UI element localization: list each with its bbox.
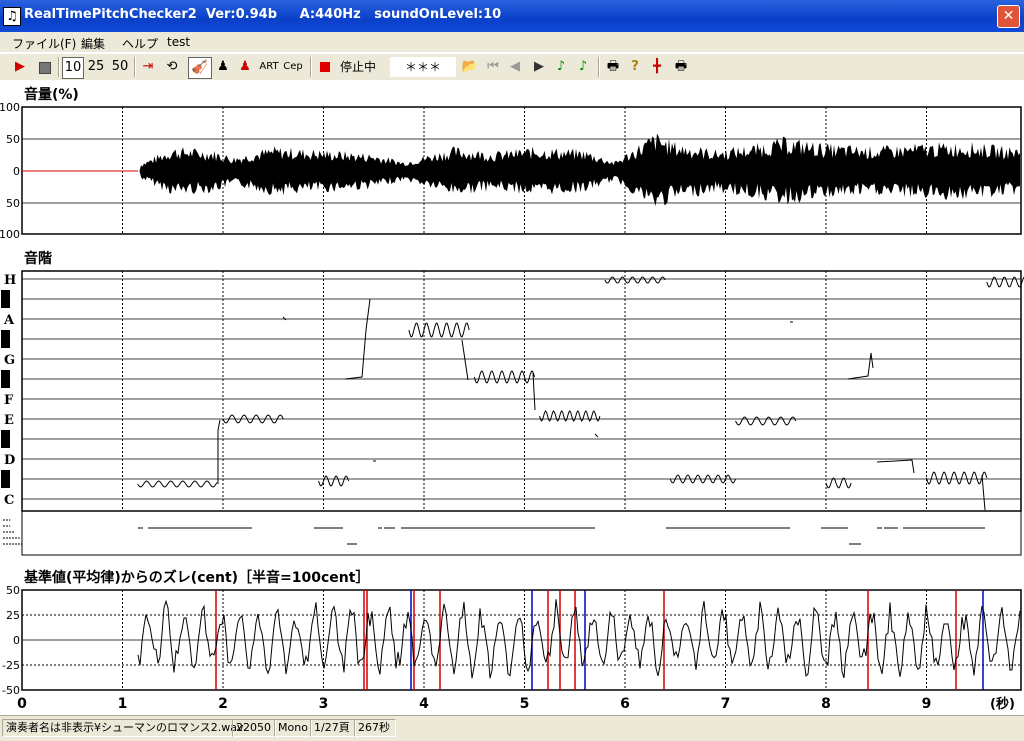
note-label: E bbox=[4, 413, 14, 428]
note-label: F bbox=[4, 393, 14, 408]
time-label: 3 bbox=[319, 696, 329, 712]
note-label: D bbox=[4, 453, 15, 468]
art-button[interactable]: ART bbox=[258, 57, 280, 77]
print-icon[interactable]: 🖶 bbox=[604, 57, 622, 77]
time-label: 1 bbox=[118, 696, 128, 712]
violin-icon[interactable]: 🎻 bbox=[188, 57, 212, 79]
app-icon: ♫ bbox=[3, 7, 21, 26]
note-green-icon[interactable]: ♪ bbox=[552, 57, 570, 77]
note-label: A bbox=[3, 313, 15, 328]
help-icon[interactable]: ? bbox=[626, 57, 644, 77]
status-channels: Mono bbox=[274, 719, 312, 737]
volume-title: 音量(%) bbox=[24, 86, 79, 103]
deviation-title: 基準値(平均律)からのズレ(cent)［半音=100cent］ bbox=[24, 569, 369, 586]
record-stop-icon[interactable] bbox=[318, 57, 332, 77]
menu-test[interactable]: test bbox=[167, 35, 190, 49]
volume-tick-label: 50 bbox=[6, 133, 20, 146]
time-unit-label: (秒) bbox=[990, 696, 1015, 712]
time-label: 9 bbox=[922, 696, 932, 712]
printer2-icon[interactable]: 🖶 bbox=[672, 57, 690, 77]
black-key-marker bbox=[1, 430, 10, 448]
analysis-canvas: 音量(%) 10050050100 音階 HAGFEDC 基準値(平均律)からの… bbox=[0, 80, 1024, 715]
time-label: 7 bbox=[721, 696, 731, 712]
close-button[interactable]: ✕ bbox=[997, 5, 1020, 28]
volume-tick-label: 100 bbox=[0, 228, 20, 241]
note-label: H bbox=[4, 273, 16, 288]
volume-tick-label: 0 bbox=[13, 165, 20, 178]
status-bar: 演奏者名は非表示¥シューマンのロマンス2.wav 22050 Mono 1/27… bbox=[0, 715, 1024, 741]
note-display: ＊＊＊ bbox=[390, 57, 456, 77]
cep-button[interactable]: Cep bbox=[282, 57, 304, 77]
black-key-marker bbox=[1, 370, 10, 388]
jump-end-icon[interactable]: ⇥ bbox=[138, 57, 158, 77]
status-page: 1/27頁 bbox=[310, 719, 356, 737]
black-key-marker bbox=[1, 330, 10, 348]
time-label: 5 bbox=[520, 696, 530, 712]
scale-title: 音階 bbox=[24, 250, 52, 267]
black-key-marker bbox=[1, 290, 10, 308]
next-page-icon[interactable]: ▶ bbox=[530, 57, 548, 77]
range-50-button[interactable]: 50 bbox=[110, 57, 130, 77]
title-bar: ♫ RealTimePitchChecker2 Ver:0.94b A:440H… bbox=[0, 0, 1024, 32]
status-file: 演奏者名は非表示¥シューマンのロマンス2.wav bbox=[2, 719, 244, 737]
deviation-tick-label: 25 bbox=[6, 609, 20, 622]
window-title: RealTimePitchChecker2 Ver:0.94b A:440Hz … bbox=[24, 7, 502, 22]
first-page-icon[interactable]: ⏮ bbox=[484, 57, 502, 77]
time-label: 4 bbox=[419, 696, 429, 712]
state-label: 停止中 bbox=[339, 60, 376, 74]
stop-button[interactable] bbox=[34, 57, 54, 77]
note-label: G bbox=[4, 353, 15, 368]
toolbar: ▶ 10 25 50 ⇥ ⟲ 🎻 ♟ ♟ ART Cep 停止中 ＊＊＊ 📂 ⏮… bbox=[0, 53, 1024, 81]
menu-help[interactable]: ヘルプ bbox=[122, 35, 158, 52]
menu-file[interactable]: ファイル(F) bbox=[12, 35, 76, 52]
deviation-tick-label: 50 bbox=[6, 584, 20, 597]
prev-page-icon[interactable]: ◀ bbox=[506, 57, 524, 77]
range-25-button[interactable]: 25 bbox=[86, 57, 106, 77]
status-rate: 22050 bbox=[232, 719, 276, 737]
black-key-marker bbox=[1, 470, 10, 488]
deviation-tick-label: -25 bbox=[2, 659, 20, 672]
repeat-icon[interactable]: ⟲ bbox=[162, 57, 182, 77]
deviation-tick-label: 0 bbox=[13, 634, 20, 647]
person-red-icon[interactable]: ♟ bbox=[236, 57, 254, 77]
time-label: 6 bbox=[620, 696, 630, 712]
time-label: 8 bbox=[821, 696, 831, 712]
split-icon[interactable]: ╋ bbox=[648, 57, 666, 77]
volume-tick-label: 50 bbox=[6, 197, 20, 210]
play-icon[interactable]: ▶ bbox=[10, 57, 30, 77]
menu-edit[interactable]: 編集 bbox=[81, 35, 105, 52]
person-dark-icon[interactable]: ♟ bbox=[214, 57, 232, 77]
time-label: 2 bbox=[218, 696, 228, 712]
volume-tick-label: 100 bbox=[0, 101, 20, 114]
time-label: 0 bbox=[17, 696, 27, 712]
open-folder-icon[interactable]: 📂 bbox=[460, 57, 480, 77]
menu-bar: ファイル(F) 編集 ヘルプ test bbox=[0, 32, 1024, 52]
note-green2-icon[interactable]: ♪ bbox=[574, 57, 592, 77]
status-duration: 267秒 bbox=[354, 719, 396, 737]
range-10-button[interactable]: 10 bbox=[62, 57, 84, 79]
note-label: C bbox=[4, 493, 14, 508]
